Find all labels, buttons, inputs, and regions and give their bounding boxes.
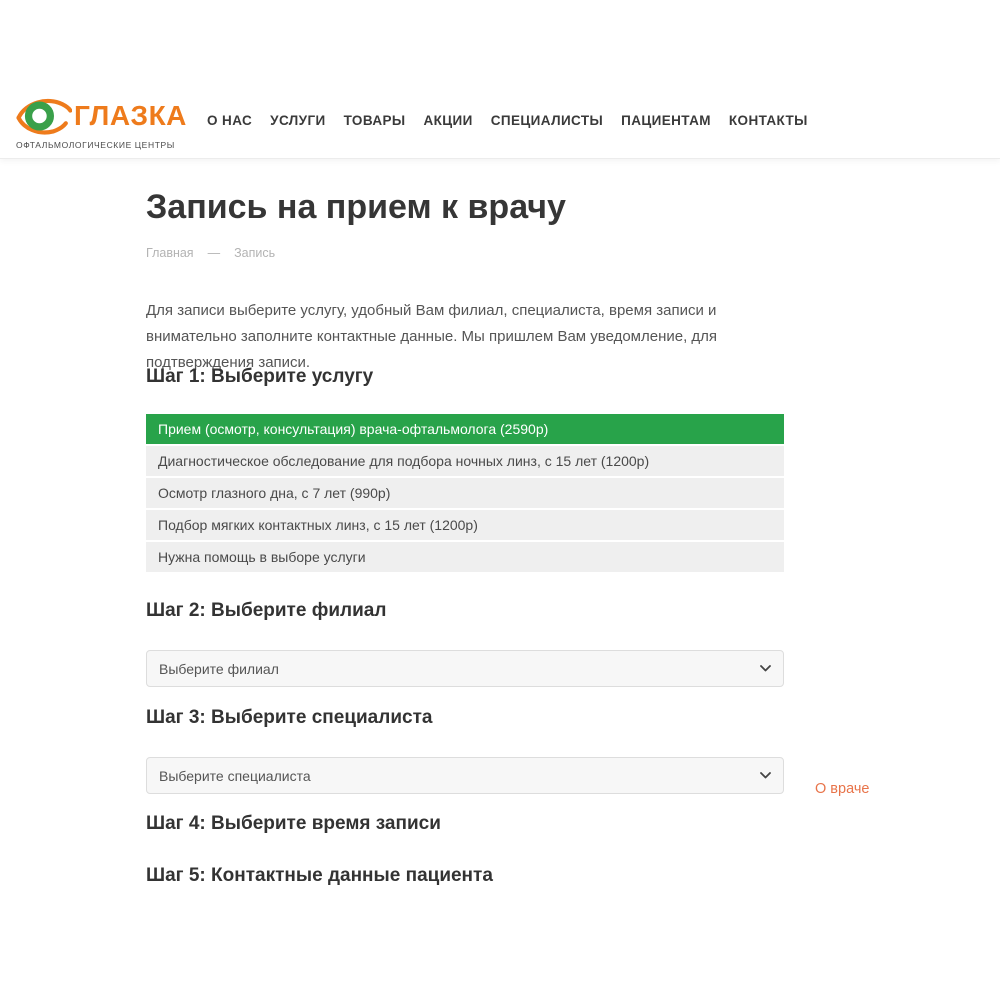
service-option[interactable]: Подбор мягких контактных линз, с 15 лет … bbox=[146, 510, 784, 540]
breadcrumb-separator: — bbox=[208, 246, 221, 260]
step1-heading: Шаг 1: Выберите услугу bbox=[146, 366, 373, 388]
breadcrumb-home[interactable]: Главная bbox=[146, 246, 194, 260]
nav-item-specialists[interactable]: СПЕЦИАЛИСТЫ bbox=[491, 113, 603, 128]
logo[interactable]: ГЛАЗКА ОФТАЛЬМОЛОГИЧЕСКИЕ ЦЕНТРЫ bbox=[16, 96, 187, 150]
nav-item-products[interactable]: ТОВАРЫ bbox=[344, 113, 406, 128]
step2-heading: Шаг 2: Выберите филиал bbox=[146, 600, 386, 622]
service-option[interactable]: Осмотр глазного дна, с 7 лет (990р) bbox=[146, 478, 784, 508]
nav-item-services[interactable]: УСЛУГИ bbox=[270, 113, 325, 128]
service-option[interactable]: Диагностическое обследование для подбора… bbox=[146, 446, 784, 476]
specialist-select-value: Выберите специалиста bbox=[159, 768, 311, 784]
breadcrumb-current: Запись bbox=[234, 246, 275, 260]
doctor-info-link[interactable]: О враче bbox=[815, 781, 869, 797]
page-title: Запись на прием к врачу bbox=[146, 188, 566, 227]
specialist-select[interactable]: Выберите специалиста bbox=[146, 757, 784, 794]
brand-name: ГЛАЗКА bbox=[74, 102, 187, 130]
step3-heading: Шаг 3: Выберите специалиста bbox=[146, 707, 432, 729]
service-option-selected[interactable]: Прием (осмотр, консультация) врача-офтал… bbox=[146, 414, 784, 444]
page: ГЛАЗКА ОФТАЛЬМОЛОГИЧЕСКИЕ ЦЕНТРЫ О НАС У… bbox=[0, 0, 1000, 1000]
nav-item-about[interactable]: О НАС bbox=[207, 113, 252, 128]
breadcrumb: Главная — Запись bbox=[146, 246, 275, 260]
eye-logo-icon bbox=[16, 96, 72, 136]
service-list: Прием (осмотр, консультация) врача-офтал… bbox=[146, 414, 784, 574]
step4-heading: Шаг 4: Выберите время записи bbox=[146, 813, 441, 835]
brand-tagline: ОФТАЛЬМОЛОГИЧЕСКИЕ ЦЕНТРЫ bbox=[16, 140, 187, 150]
chevron-down-icon bbox=[760, 772, 771, 779]
nav-item-contacts[interactable]: КОНТАКТЫ bbox=[729, 113, 808, 128]
branch-select-value: Выберите филиал bbox=[159, 661, 279, 677]
nav-item-promotions[interactable]: АКЦИИ bbox=[423, 113, 472, 128]
site-header: ГЛАЗКА ОФТАЛЬМОЛОГИЧЕСКИЕ ЦЕНТРЫ О НАС У… bbox=[0, 0, 1000, 159]
chevron-down-icon bbox=[760, 665, 771, 672]
branch-select[interactable]: Выберите филиал bbox=[146, 650, 784, 687]
intro-text: Для записи выберите услугу, удобный Вам … bbox=[146, 298, 786, 376]
step5-heading: Шаг 5: Контактные данные пациента bbox=[146, 865, 493, 887]
service-option[interactable]: Нужна помощь в выборе услуги bbox=[146, 542, 784, 572]
main-nav: О НАС УСЛУГИ ТОВАРЫ АКЦИИ СПЕЦИАЛИСТЫ ПА… bbox=[207, 113, 808, 128]
nav-item-patients[interactable]: ПАЦИЕНТАМ bbox=[621, 113, 711, 128]
